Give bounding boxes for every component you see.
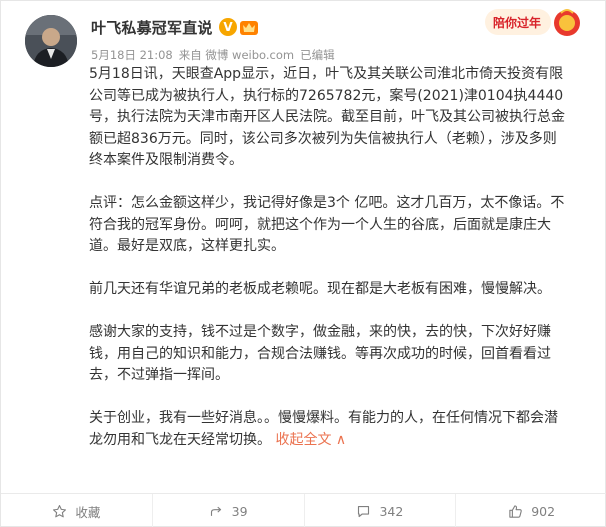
comment-button[interactable]: 342	[303, 494, 456, 527]
collapse-text-button[interactable]: 收起全文 ∧	[275, 432, 346, 448]
author-name[interactable]: 叶飞私募冠军直说	[91, 17, 213, 38]
chevron-up-icon: ∧	[335, 431, 347, 448]
forward-count: 39	[231, 503, 248, 519]
forward-button[interactable]: 39	[151, 494, 304, 527]
like-count: 902	[531, 503, 556, 519]
post-paragraph: 5月18日讯，天眼查App显示，近日，叶飞及其关联公司淮北市倚天投资有限公司等已…	[89, 66, 565, 168]
verified-badge-icon[interactable]: V	[219, 18, 237, 36]
favorite-button[interactable]: 收藏	[1, 494, 152, 527]
author-avatar[interactable]	[25, 15, 77, 67]
weibo-post-card: 叶飞私募冠军直说 V 5月18日 21:08 来自 微博 weibo.com 已编辑…	[0, 0, 606, 527]
comment-icon	[358, 505, 370, 517]
thumbs-up-icon	[509, 504, 522, 518]
post-time[interactable]: 5月18日 21:08	[91, 48, 173, 62]
collapse-label: 收起全文	[275, 431, 332, 448]
post-paragraph: 点评：怎么金额这样少，我记得好像是3个 亿吧。这才几百万，太不像话。不符合我的冠…	[89, 195, 565, 254]
post-paragraph: 感谢大家的支持，钱不过是个数字，做金融，来的快，去的快，下次好好赚钱，用自己的知…	[89, 324, 551, 383]
member-crown-icon[interactable]	[239, 17, 259, 37]
comment-count: 342	[379, 503, 404, 519]
forward-icon	[210, 506, 221, 516]
promo-label: 陪你过年	[493, 16, 542, 30]
avatar-image	[25, 15, 77, 67]
post-meta: 5月18日 21:08 来自 微博 weibo.com 已编辑	[91, 47, 341, 63]
edited-label[interactable]: 已编辑	[300, 48, 335, 62]
favorite-label: 收藏	[75, 504, 101, 520]
post-body: 5月18日讯，天眼查App显示，近日，叶飞及其关联公司淮北市倚天投资有限公司等已…	[89, 64, 569, 451]
action-bar: 收藏 39 342 902	[1, 493, 606, 527]
star-icon	[53, 504, 67, 517]
post-source[interactable]: 来自 微博 weibo.com	[179, 48, 294, 62]
like-button[interactable]: 902	[455, 494, 606, 527]
post-paragraph-last: 关于创业，我有一些好消息。。慢慢爆料。有能力的人，在任何情况下都会潜龙勿用和飞龙…	[89, 408, 569, 451]
post-paragraph: 前几天还有华谊兄弟的老板成老赖呢。现在都是大老板有困难，慢慢解决。	[89, 281, 551, 297]
